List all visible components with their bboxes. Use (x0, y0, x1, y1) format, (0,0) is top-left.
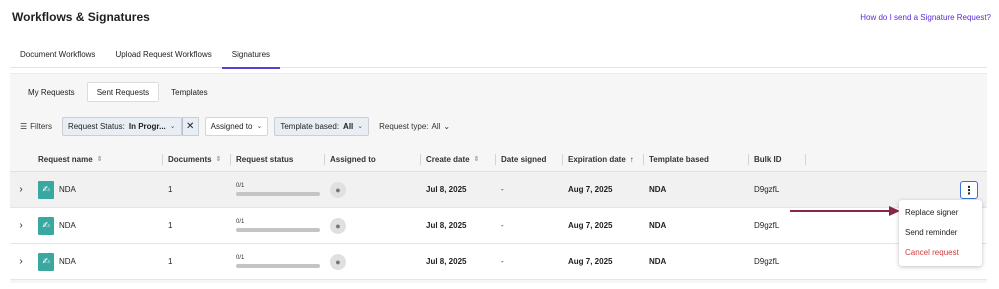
expand-chevron-icon[interactable]: › (10, 184, 32, 195)
chevron-down-icon: ⌄ (357, 123, 364, 130)
col-expiration-date[interactable]: Expiration date ↑ (562, 147, 643, 172)
more-actions-icon[interactable]: ⋮ (960, 181, 978, 199)
sort-ascending-icon: ↑ (629, 154, 634, 164)
tab-signatures[interactable]: Signatures (221, 42, 281, 69)
signature-document-icon: ✍ (38, 252, 54, 271)
filter-bar: ☰ Filters Request Status: In Progr... ⌄ … (16, 115, 454, 137)
request-name[interactable]: NDA (59, 185, 76, 194)
col-date-signed: Date signed (495, 147, 562, 172)
status-count: 0/1 (236, 183, 245, 189)
menu-send-reminder[interactable]: Send reminder (899, 223, 982, 243)
row-actions-menu: Replace signer Send reminder Cancel requ… (899, 200, 982, 266)
page-title: Workflows & Signatures (12, 10, 150, 24)
filters-label: Filters (30, 121, 52, 131)
status-progress-bar (236, 228, 320, 232)
request-type-filter[interactable]: Request type: All ⌄ (375, 122, 454, 131)
chevron-down-icon: ⌄ (169, 123, 176, 130)
filter-icon: ☰ (20, 121, 28, 131)
bulk-id: D9gzfL (754, 185, 780, 194)
chevron-down-icon: ⌄ (443, 121, 451, 131)
bulk-id: D9gzfL (754, 221, 780, 230)
assigned-to-name: Assigned to (210, 121, 253, 131)
col-request-name[interactable]: Request name ⇕ (32, 147, 162, 172)
user-avatar-icon[interactable]: ● (330, 217, 346, 234)
subtab-my-requests[interactable]: My Requests (18, 82, 85, 102)
signature-document-icon: ✍ (38, 216, 54, 235)
chevron-down-icon: ⌄ (256, 123, 263, 130)
request-type-value: All (431, 121, 441, 131)
create-date: Jul 8, 2025 (426, 221, 467, 230)
tab-upload-request-workflows[interactable]: Upload Request Workflows (105, 42, 221, 68)
request-name[interactable]: NDA (59, 257, 76, 266)
col-create-date[interactable]: Create date ⇕ (420, 147, 495, 172)
date-signed: - (501, 185, 504, 194)
template-based-value: All (343, 121, 354, 131)
create-date: Jul 8, 2025 (426, 185, 467, 194)
signatures-panel: My Requests Sent Requests Templates ☰ Fi… (10, 73, 987, 283)
bulk-id: D9gzfL (754, 257, 780, 266)
request-status-value: In Progr... (128, 121, 166, 131)
sub-tabs: My Requests Sent Requests Templates (18, 82, 218, 102)
pointer-arrow (790, 206, 900, 216)
expand-chevron-icon[interactable]: › (10, 256, 32, 267)
status-progress-bar (236, 264, 320, 268)
request-status-filter[interactable]: Request Status: In Progr... ⌄ (61, 116, 182, 136)
expand-chevron-icon[interactable]: › (10, 220, 32, 231)
sort-icon: ⇕ (96, 156, 103, 163)
col-template-based: Template based (643, 147, 748, 172)
status-count: 0/1 (236, 255, 245, 261)
template-based: NDA (649, 185, 667, 194)
expiration-date: Aug 7, 2025 (568, 221, 613, 230)
template-based-filter[interactable]: Template based: All ⌄ (274, 116, 370, 136)
table-header: Request name ⇕ Documents ⇕ Request status … (10, 147, 987, 172)
date-signed: - (501, 221, 504, 230)
request-status-name: Request Status: (67, 121, 125, 131)
request-type-name: Request type: (379, 121, 429, 131)
table-row[interactable]: › ✍ NDA 1 0/1 ● Jul 8, 2025 - Aug 7, 2025… (10, 172, 987, 208)
menu-replace-signer[interactable]: Replace signer (899, 203, 982, 223)
user-avatar-icon[interactable]: ● (330, 181, 346, 198)
sort-icon: ⇕ (215, 156, 222, 163)
status-count: 0/1 (236, 219, 245, 225)
col-bulk-id: Bulk ID (748, 147, 805, 172)
clear-filter-close-icon[interactable]: ✕ (181, 116, 199, 136)
filters-button[interactable]: ☰ Filters (16, 122, 56, 131)
expiration-date: Aug 7, 2025 (568, 185, 613, 194)
table-row[interactable]: › ✍ NDA 1 0/1 ● Jul 8, 2025 - Aug 7, 2025… (10, 244, 987, 280)
documents-count: 1 (168, 257, 173, 266)
documents-count: 1 (168, 185, 173, 194)
help-link[interactable]: How do I send a Signature Request? (860, 13, 991, 22)
subtab-sent-requests[interactable]: Sent Requests (86, 82, 160, 102)
date-signed: - (501, 257, 504, 266)
expiration-date: Aug 7, 2025 (568, 257, 613, 266)
col-documents[interactable]: Documents ⇕ (162, 147, 230, 172)
main-tabs: Document Workflows Upload Request Workfl… (10, 42, 987, 69)
documents-count: 1 (168, 221, 173, 230)
status-progress-bar (236, 192, 320, 196)
tab-document-workflows[interactable]: Document Workflows (10, 42, 105, 68)
signature-document-icon: ✍ (38, 180, 54, 199)
col-request-status: Request status (230, 147, 324, 172)
template-based: NDA (649, 257, 667, 266)
template-based: NDA (649, 221, 667, 230)
sort-icon: ⇕ (473, 156, 480, 163)
request-name[interactable]: NDA (59, 221, 76, 230)
user-avatar-icon[interactable]: ● (330, 253, 346, 270)
create-date: Jul 8, 2025 (426, 257, 467, 266)
col-assigned-to: Assigned to (324, 147, 420, 172)
template-based-name: Template based: (280, 121, 340, 131)
subtab-templates[interactable]: Templates (161, 82, 217, 102)
assigned-to-filter[interactable]: Assigned to ⌄ (204, 116, 269, 136)
menu-cancel-request[interactable]: Cancel request (899, 243, 982, 263)
